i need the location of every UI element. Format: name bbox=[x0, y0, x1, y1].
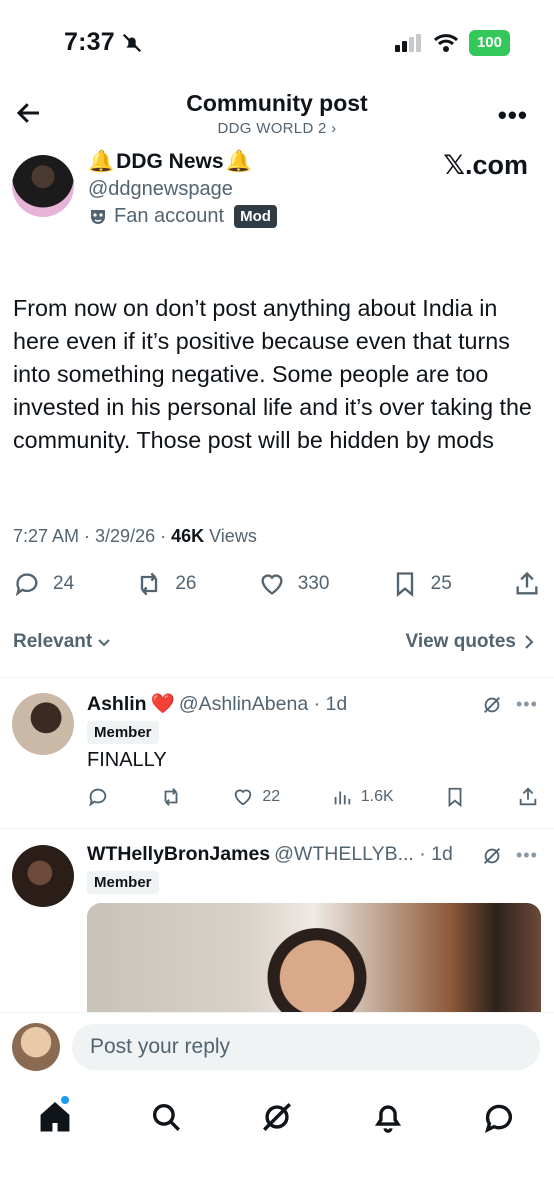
tab-search[interactable] bbox=[149, 1100, 185, 1136]
reply-share-button[interactable] bbox=[517, 786, 539, 808]
reply-actions: 22 1.6K bbox=[87, 786, 539, 808]
more-options-icon[interactable]: ••• bbox=[498, 100, 528, 131]
reply-like-button[interactable]: 22 bbox=[232, 786, 280, 808]
bookmark-button[interactable]: 25 bbox=[391, 570, 452, 598]
mask-icon bbox=[91, 209, 105, 224]
reply-repost-button[interactable] bbox=[160, 786, 182, 808]
post-meta: 7:27 AM · 3/29/26 · 46K Views bbox=[13, 526, 257, 546]
bell-icon bbox=[374, 1105, 402, 1133]
reply-views-button[interactable]: 1.6K bbox=[331, 786, 394, 808]
member-badge: Member bbox=[87, 721, 159, 744]
reply-media-gif[interactable] bbox=[87, 903, 541, 1023]
wifi-icon bbox=[433, 34, 458, 52]
author-avatar[interactable] bbox=[12, 155, 74, 217]
bell-slash-icon bbox=[122, 33, 141, 52]
share-icon bbox=[516, 571, 538, 595]
chevron-down-icon bbox=[98, 639, 110, 647]
reply-author[interactable]: Ashlin ❤️ @AshlinAbena · 1d bbox=[87, 692, 347, 716]
grok-icon bbox=[263, 1103, 291, 1131]
search-icon bbox=[152, 1103, 180, 1131]
reply-icon bbox=[89, 788, 107, 807]
tab-notifications[interactable] bbox=[371, 1100, 407, 1136]
reply-author[interactable]: WTHellyBronJames @WTHELLYB... · 1d bbox=[87, 843, 453, 866]
tab-grok[interactable] bbox=[260, 1100, 296, 1136]
status-time: 7:37 bbox=[64, 28, 143, 57]
heart-icon bbox=[235, 789, 252, 806]
reply-avatar[interactable] bbox=[12, 845, 74, 907]
media-person bbox=[262, 928, 372, 1023]
share-icon bbox=[519, 787, 537, 806]
red-heart-icon: ❤️ bbox=[150, 693, 175, 715]
author-handle[interactable]: @ddgnewspage bbox=[88, 178, 233, 201]
tab-messages[interactable] bbox=[482, 1100, 518, 1136]
author-name[interactable]: 🔔 DDG News 🔔 bbox=[88, 150, 252, 174]
reply-avatar[interactable] bbox=[12, 693, 74, 755]
like-button[interactable]: 330 bbox=[258, 570, 329, 598]
battery-indicator: 100 bbox=[468, 30, 510, 56]
sort-dropdown[interactable]: Relevant bbox=[13, 631, 112, 653]
community-link[interactable]: DDG WORLD 2 › bbox=[0, 120, 554, 137]
views-icon bbox=[334, 791, 351, 805]
repost-icon bbox=[164, 788, 178, 806]
signal-icon bbox=[394, 34, 421, 52]
grok-icon[interactable] bbox=[481, 845, 503, 867]
current-user-avatar[interactable] bbox=[12, 1023, 60, 1071]
heart-icon bbox=[261, 574, 283, 595]
bell-icon: 🔔 bbox=[88, 150, 115, 173]
bell-icon: 🔔 bbox=[225, 150, 252, 173]
source-label: 𝕏.com bbox=[443, 150, 528, 180]
repost-icon bbox=[141, 572, 158, 596]
post-text: From now on don’t post anything about In… bbox=[13, 295, 532, 453]
view-quotes-link[interactable]: View quotes bbox=[405, 631, 536, 653]
reply-more-icon[interactable]: ••• bbox=[516, 694, 538, 715]
reply-button[interactable]: 24 bbox=[13, 570, 74, 598]
views-count[interactable]: 46K bbox=[171, 526, 204, 546]
post-actions: 24 26 330 25 bbox=[13, 570, 541, 598]
status-indicators: 100 bbox=[394, 30, 510, 56]
reply-text: FINALLY bbox=[87, 749, 167, 771]
fan-account-row: Fan account Mod bbox=[88, 205, 277, 228]
reply-bookmark-button[interactable] bbox=[444, 786, 466, 808]
page-title: Community post bbox=[186, 90, 368, 116]
reply-more-icon[interactable]: ••• bbox=[516, 845, 538, 866]
message-icon bbox=[484, 1104, 513, 1133]
home-notification-dot bbox=[61, 1096, 69, 1104]
reply-reply-button[interactable] bbox=[87, 786, 109, 808]
divider bbox=[0, 828, 554, 829]
mod-badge: Mod bbox=[234, 205, 277, 228]
tab-home[interactable] bbox=[38, 1100, 74, 1136]
member-badge: Member bbox=[87, 871, 159, 894]
grok-icon[interactable] bbox=[481, 694, 503, 716]
home-icon bbox=[40, 1101, 70, 1132]
repost-button[interactable]: 26 bbox=[135, 570, 197, 598]
bookmark-icon bbox=[448, 787, 462, 808]
reply-input[interactable] bbox=[72, 1024, 540, 1070]
chevron-right-icon bbox=[525, 635, 534, 649]
reply-icon bbox=[15, 573, 38, 597]
bookmark-icon bbox=[396, 572, 413, 597]
divider bbox=[0, 677, 554, 678]
share-button[interactable] bbox=[513, 570, 541, 598]
